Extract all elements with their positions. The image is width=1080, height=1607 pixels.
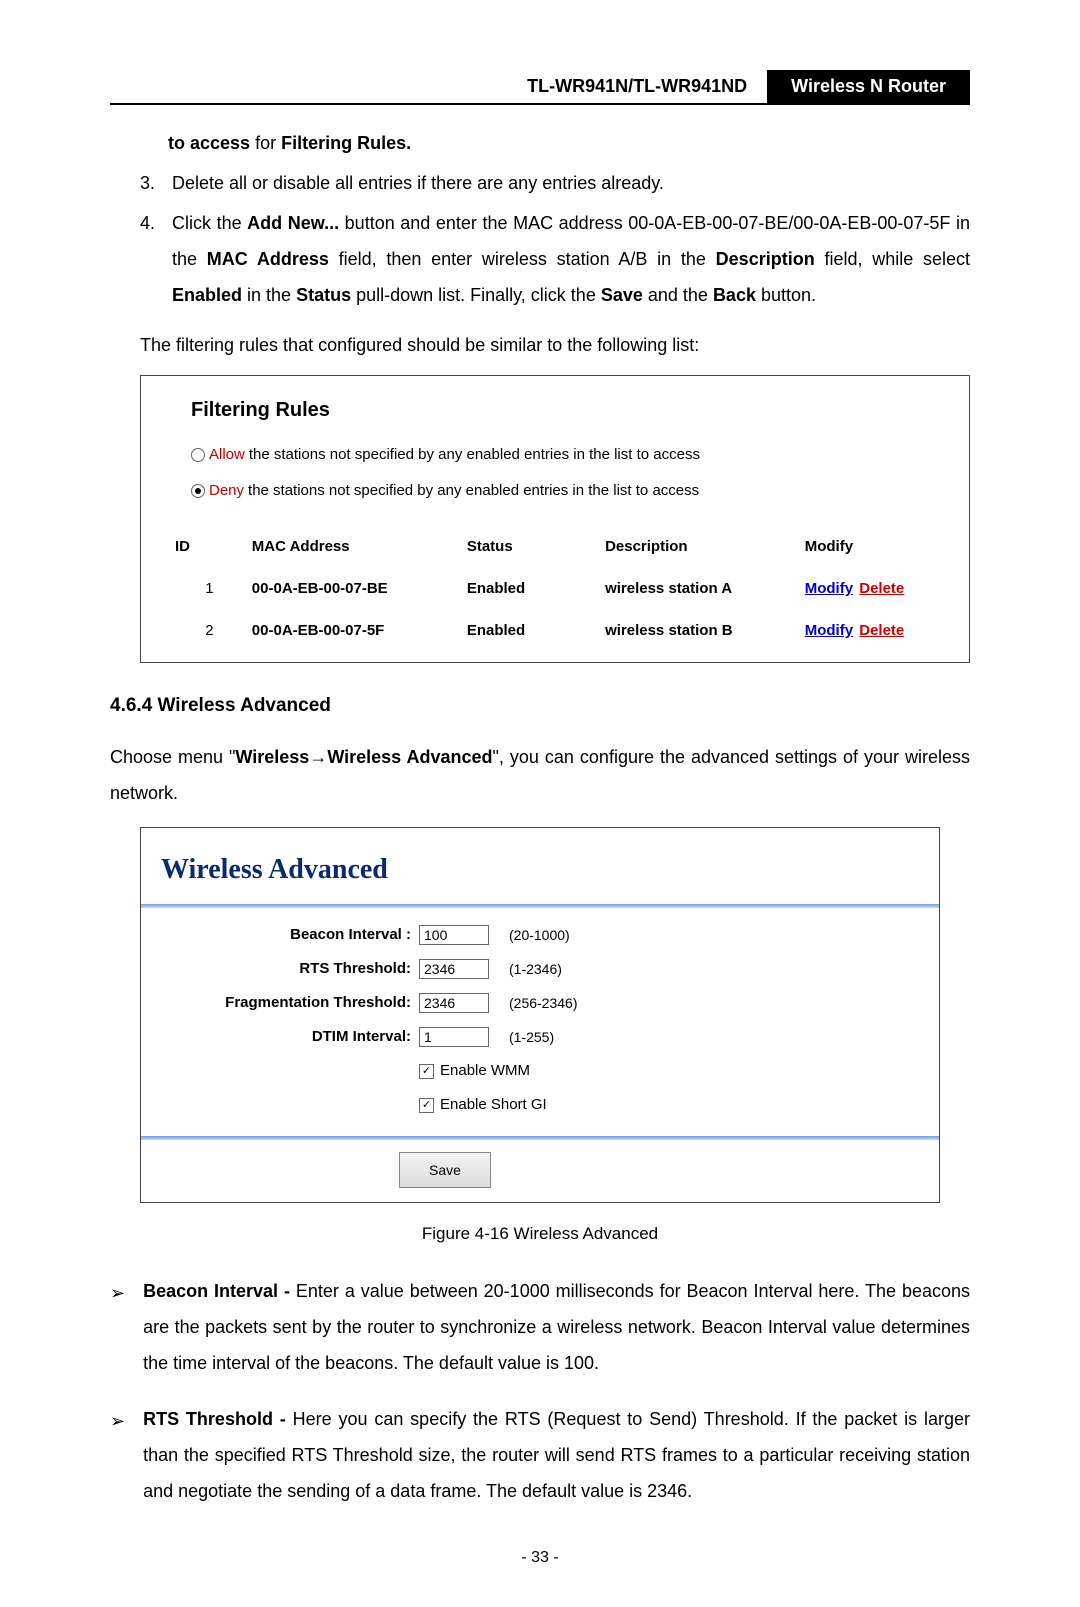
frag-range: (256-2346) — [489, 989, 599, 1017]
radio-icon — [191, 448, 205, 462]
dtim-label: DTIM Interval: — [161, 1022, 419, 1052]
dtim-input[interactable] — [419, 1027, 489, 1047]
shortgi-label: Enable Short GI — [440, 1090, 547, 1120]
enable-shortgi-row[interactable]: ✓ Enable Short GI — [419, 1090, 919, 1120]
beacon-bullet: Beacon Interval - Enter a value between … — [143, 1273, 970, 1381]
page-number: - 33 - — [110, 1549, 970, 1567]
deny-option[interactable]: Deny the stations not specified by any e… — [191, 476, 939, 506]
step-4-num: 4. — [140, 205, 158, 313]
section-intro: Choose menu "Wireless→Wireless Advanced"… — [110, 739, 970, 811]
page-header: TL-WR941N/TL-WR941ND Wireless N Router — [110, 70, 970, 105]
filtering-rules-box: Filtering Rules Allow the stations not s… — [140, 375, 970, 663]
frag-label: Fragmentation Threshold: — [161, 988, 419, 1018]
beacon-label: Beacon Interval : — [161, 920, 419, 950]
section-heading: 4.6.4 Wireless Advanced — [110, 687, 970, 725]
filtering-bold-2: Filtering Rules. — [281, 133, 411, 153]
decorative-divider — [141, 1136, 939, 1140]
deny-text: the stations not specified by any enable… — [248, 476, 699, 506]
checkbox-icon: ✓ — [419, 1098, 434, 1113]
allow-option[interactable]: Allow the stations not specified by any … — [191, 440, 939, 470]
step-3-num: 3. — [140, 165, 158, 201]
col-modify: Modify — [801, 526, 939, 568]
step-4-text: Click the Add New... button and enter th… — [172, 205, 970, 313]
panel-title: Wireless Advanced — [161, 842, 939, 898]
filtering-bold-1: to access — [168, 133, 250, 153]
save-button[interactable]: Save — [399, 1152, 491, 1188]
product-title: Wireless N Router — [767, 70, 970, 103]
beacon-range: (20-1000) — [489, 921, 599, 949]
beacon-input[interactable] — [419, 925, 489, 945]
decorative-divider — [141, 904, 939, 908]
triangle-bullet-icon: ➢ — [110, 1401, 125, 1509]
figure-caption: Figure 4-16 Wireless Advanced — [110, 1217, 970, 1251]
rules-intro: The filtering rules that configured shou… — [110, 327, 970, 363]
checkbox-icon: ✓ — [419, 1064, 434, 1079]
dtim-range: (1-255) — [489, 1023, 599, 1051]
delete-link[interactable]: Delete — [859, 622, 904, 639]
step-3-text: Delete all or disable all entries if the… — [172, 165, 970, 201]
col-id: ID — [171, 526, 248, 568]
col-mac: MAC Address — [248, 526, 463, 568]
delete-link[interactable]: Delete — [859, 580, 904, 597]
table-row: 1 00-0A-EB-00-07-BE Enabled wireless sta… — [171, 568, 939, 610]
rts-input[interactable] — [419, 959, 489, 979]
modify-link[interactable]: Modify — [805, 580, 853, 597]
modify-link[interactable]: Modify — [805, 622, 853, 639]
document-body: to access for Filtering Rules. 3. Delete… — [110, 125, 970, 1509]
wireless-advanced-panel: Wireless Advanced Beacon Interval : (20-… — [140, 827, 940, 1203]
wmm-label: Enable WMM — [440, 1056, 530, 1086]
triangle-bullet-icon: ➢ — [110, 1273, 125, 1381]
col-desc: Description — [601, 526, 801, 568]
rts-range: (1-2346) — [489, 955, 599, 983]
rts-label: RTS Threshold: — [161, 954, 419, 984]
model-number: TL-WR941N/TL-WR941ND — [527, 70, 767, 103]
allow-text: the stations not specified by any enable… — [249, 440, 700, 470]
col-status: Status — [463, 526, 601, 568]
radio-icon-selected — [191, 484, 205, 498]
enable-wmm-row[interactable]: ✓ Enable WMM — [419, 1056, 919, 1086]
rules-table: ID MAC Address Status Description Modify… — [171, 526, 939, 652]
table-row: 2 00-0A-EB-00-07-5F Enabled wireless sta… — [171, 610, 939, 652]
rts-bullet: RTS Threshold - Here you can specify the… — [143, 1401, 970, 1509]
rules-title: Filtering Rules — [191, 390, 939, 430]
frag-input[interactable] — [419, 993, 489, 1013]
